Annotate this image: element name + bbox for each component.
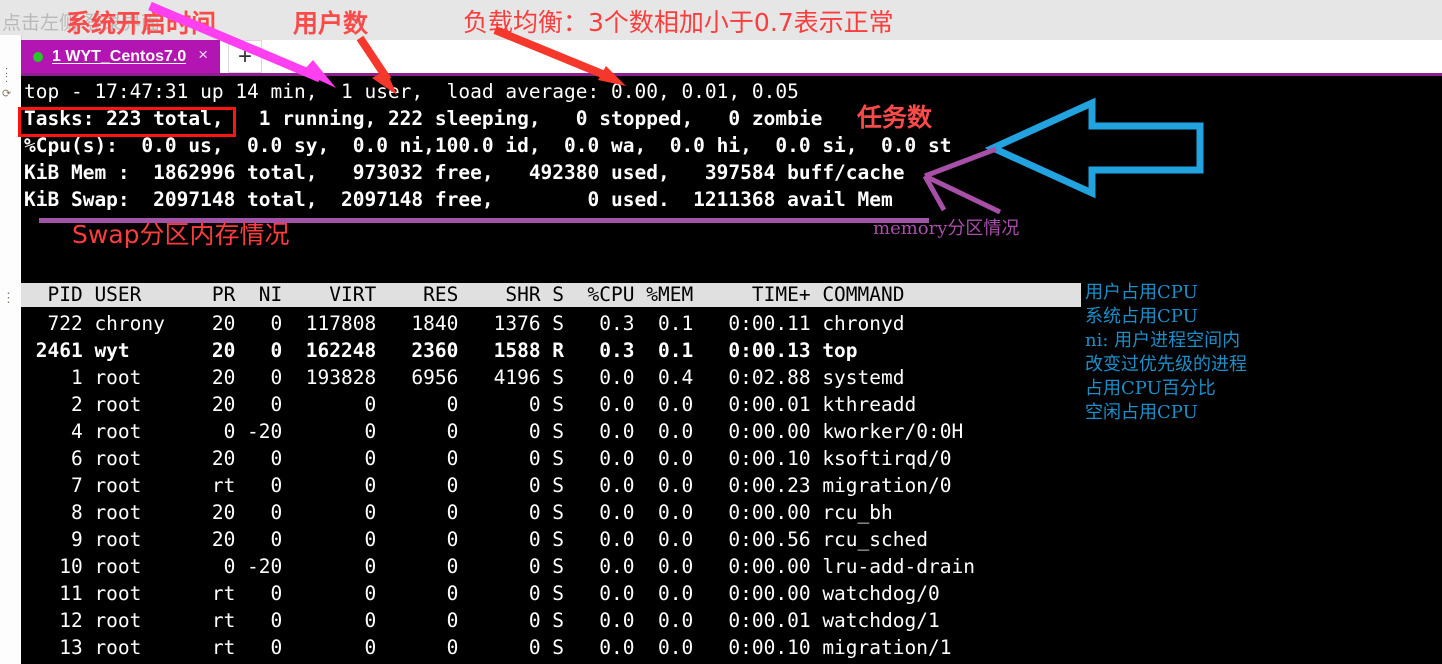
table-row: 4 root 0 -20 0 0 0 S 0.0 0.0 0:00.00 kwo… [24, 420, 964, 443]
top-summary-line-4: KiB Mem : 1862996 total, 973032 free, 49… [24, 161, 905, 184]
new-tab-button[interactable]: + [228, 40, 262, 73]
close-icon[interactable]: × [198, 45, 208, 65]
table-row: 10 root 0 -20 0 0 0 S 0.0 0.0 0:00.00 lr… [24, 555, 975, 578]
screenshot-root: 点击左侧 登录界面 :: ⟳ ⋮ 1 WYT_Centos7.0 × + top… [0, 0, 1442, 664]
table-row: 7 root rt 0 0 0 0 S 0.0 0.0 0:00.23 migr… [24, 474, 952, 497]
cpu-note-line: 占用CPU百分比 [1085, 378, 1216, 399]
top-summary-line-5: KiB Swap: 2097148 total, 2097148 free, 0… [24, 188, 893, 211]
tasks-highlight-box [18, 107, 236, 137]
table-row: 6 root 20 0 0 0 0 S 0.0 0.0 0:00.10 ksof… [24, 447, 952, 470]
annotation-load-average: 负载均衡：3个数相加小于0.7表示正常 [463, 8, 894, 37]
terminal-tab-active[interactable]: 1 WYT_Centos7.0 × [21, 40, 220, 73]
table-row: 1 root 20 0 193828 6956 4196 S 0.0 0.4 0… [24, 366, 905, 389]
table-row: 12 root rt 0 0 0 0 S 0.0 0.0 0:00.01 wat… [24, 609, 940, 632]
table-row: 11 root rt 0 0 0 0 S 0.0 0.0 0:00.00 wat… [24, 582, 940, 605]
annotation-uptime: 系统开启时间 [66, 9, 217, 38]
cpu-note-line: 改变过优先级的进程 [1085, 354, 1247, 375]
annotation-users: 用户数 [293, 9, 369, 38]
cpu-note-line: 用户占用CPU [1085, 282, 1198, 303]
cpu-note-line: 空闲占用CPU [1085, 402, 1198, 423]
left-strip-dots: :: [5, 65, 9, 85]
cpu-note-line: ni: 用户进程空间内 [1085, 330, 1241, 351]
table-row: 722 chrony 20 0 117808 1840 1376 S 0.3 0… [24, 312, 905, 335]
cpu-note-line: 系统占用CPU [1085, 306, 1198, 327]
left-strip-glyph-1: ⟳ [2, 88, 12, 100]
tab-title: 1 WYT_Centos7.0 [52, 47, 187, 65]
table-row: 9 root 20 0 0 0 0 S 0.0 0.0 0:00.56 rcu_… [24, 528, 928, 551]
terminal-tab-bar: 1 WYT_Centos7.0 × + [21, 40, 1442, 73]
annotation-tasks: 任务数 [857, 103, 933, 132]
top-summary-line-1: top - 17:47:31 up 14 min, 1 user, load a… [24, 80, 799, 103]
table-row: 2 root 20 0 0 0 0 S 0.0 0.0 0:00.01 kthr… [24, 393, 917, 416]
process-table-header: PID USER PR NI VIRT RES SHR S %CPU %MEM … [24, 283, 905, 306]
tab-status-dot [33, 51, 43, 62]
left-strip-glyph-2: ⋮ [2, 290, 15, 305]
table-row: 13 root rt 0 0 0 0 S 0.0 0.0 0:00.10 mig… [24, 636, 952, 659]
table-row: 2461 wyt 20 0 162248 2360 1588 R 0.3 0.1… [24, 339, 858, 362]
annotation-memory: memory分区情况 [873, 218, 1020, 239]
table-row: 8 root 20 0 0 0 0 S 0.0 0.0 0:00.00 rcu_… [24, 501, 893, 524]
annotation-swap: Swap分区内存情况 [72, 220, 290, 249]
